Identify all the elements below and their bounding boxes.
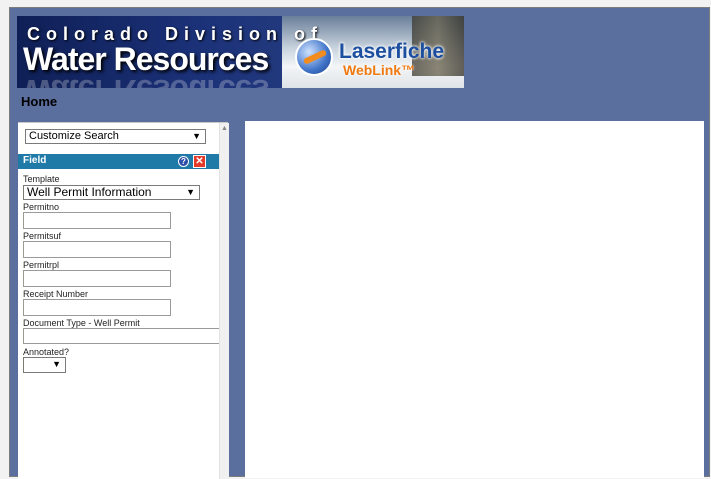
banner-title-reflection: Water Resources (23, 72, 268, 88)
close-icon[interactable]: ✕ (193, 155, 206, 168)
permitsuf-input[interactable] (23, 241, 171, 258)
permitno-label: Permitno (23, 202, 60, 212)
laserfiche-logo-icon (295, 38, 333, 76)
chevron-down-icon: ▼ (52, 359, 61, 369)
receipt-number-label: Receipt Number (23, 289, 89, 299)
permitrpl-label: Permitrpl (23, 260, 60, 270)
template-select[interactable]: Well Permit Information ▼ (23, 185, 200, 200)
permitno-input[interactable] (23, 212, 171, 229)
permitrpl-input[interactable] (23, 270, 171, 287)
panel-scrollbar[interactable]: ▲ (219, 123, 229, 479)
logo-name: Laserfiche (339, 40, 445, 63)
document-type-input[interactable] (23, 328, 219, 344)
results-pane (245, 121, 704, 478)
field-section-header: Field ? ✕ (18, 154, 219, 169)
question-icon[interactable]: ? (178, 156, 189, 167)
chevron-down-icon: ▼ (192, 131, 201, 141)
breadcrumb-home[interactable]: Home (21, 94, 57, 109)
chevron-down-icon: ▼ (186, 187, 195, 197)
annotated-select[interactable]: ▼ (23, 357, 66, 373)
app-frame: Colorado Division of Water Resources Wat… (9, 7, 710, 479)
permitsuf-label: Permitsuf (23, 231, 62, 241)
search-panel: ▲ Customize Search ▼ Field ? ✕ Template … (18, 122, 229, 479)
logo-subtitle: WebLink™ (343, 62, 416, 78)
template-label: Template (23, 174, 60, 184)
annotated-label: Annotated? (23, 347, 70, 357)
search-mode-value: Customize Search (29, 130, 119, 142)
receipt-number-input[interactable] (23, 299, 171, 316)
scroll-up-arrow-icon[interactable]: ▲ (221, 125, 228, 133)
template-value: Well Permit Information (27, 185, 152, 199)
header-banner: Colorado Division of Water Resources Wat… (17, 16, 464, 88)
field-section-title: Field (23, 155, 47, 166)
search-mode-select[interactable]: Customize Search ▼ (25, 129, 206, 144)
document-type-label: Document Type - Well Permit (23, 318, 140, 328)
